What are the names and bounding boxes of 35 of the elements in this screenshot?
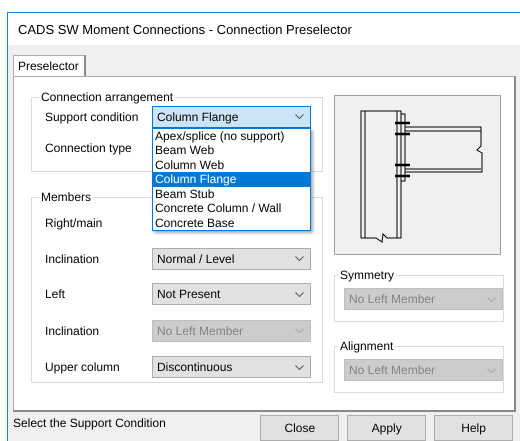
chevron-icon [295, 114, 304, 119]
dropdown-option[interactable]: Apex/splice (no support) [153, 128, 310, 143]
chevron-icon [295, 364, 304, 370]
dropdown-option[interactable]: Beam Web [153, 143, 310, 158]
dialog-button[interactable]: Apply [347, 415, 426, 441]
field-label: Right/main [45, 216, 104, 230]
dropdown-option[interactable]: Concrete Base [153, 216, 310, 230]
group-title: Alignment [339, 339, 394, 353]
chevron-icon [487, 296, 496, 302]
dropdown-option[interactable]: Column Web [153, 158, 310, 172]
group-title: Members [40, 190, 92, 204]
field-label: Connection type [45, 141, 133, 155]
dropdown[interactable]: Column Flange [152, 106, 311, 128]
field-label: Upper column [45, 360, 121, 374]
field-label: Left [45, 287, 66, 301]
chevron-icon [295, 292, 304, 296]
window-title: CADS SW Moment Connections - Connection Preselector [18, 22, 352, 36]
dropdown[interactable]: Normal / Level [152, 248, 311, 270]
group-title: Symmetry [339, 268, 395, 282]
field-label: Inclination [45, 324, 100, 338]
dropdown[interactable]: Not Present [152, 283, 311, 305]
dropdown-option[interactable]: Beam Stub [153, 186, 310, 201]
dialog-button[interactable]: Help [434, 415, 513, 441]
chevron-icon [295, 256, 304, 261]
dropdown[interactable]: Discontinuous [152, 356, 311, 378]
field-label: Inclination [45, 252, 100, 266]
tab[interactable]: Preselector [13, 55, 86, 76]
group-title: Connection arrangement [40, 90, 174, 104]
status-text: Select the Support Condition [13, 415, 167, 430]
dropdown-option[interactable]: Column Flange [153, 172, 310, 186]
dropdown-option[interactable]: Concrete Column / Wall [153, 201, 310, 216]
chevron-icon [487, 368, 496, 372]
field-label: Support condition [45, 110, 140, 124]
chevron-icon [295, 328, 304, 333]
dialog-button[interactable]: Close [260, 415, 340, 441]
